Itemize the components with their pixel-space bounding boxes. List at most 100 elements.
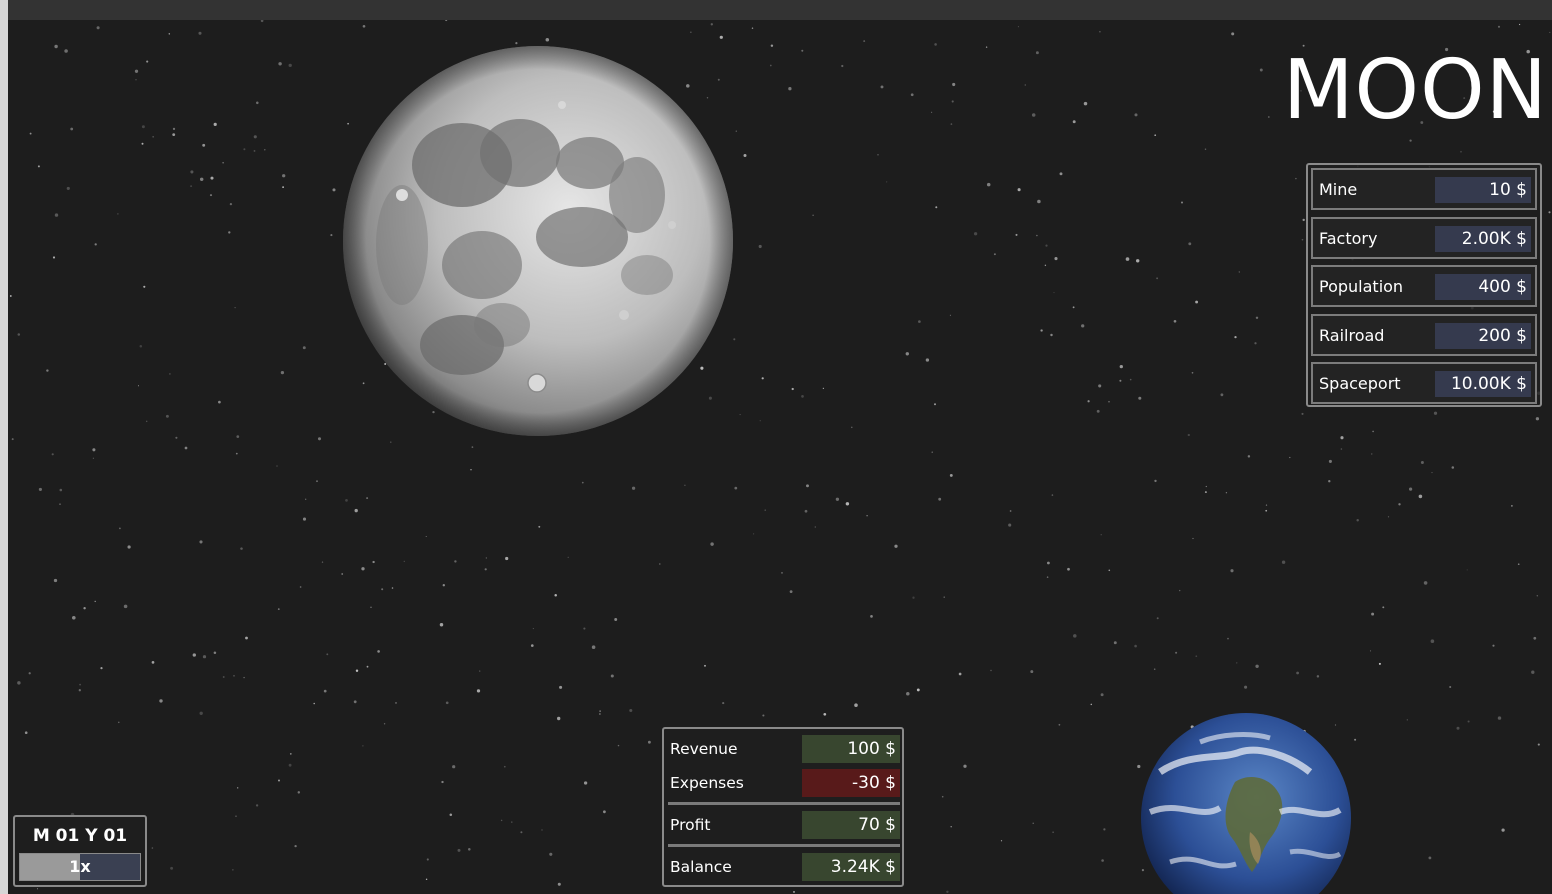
star xyxy=(395,702,397,704)
star xyxy=(1535,417,1540,421)
star xyxy=(1008,523,1012,527)
star xyxy=(323,689,327,693)
window-left-edge xyxy=(0,0,8,894)
star xyxy=(684,484,686,487)
star xyxy=(1053,292,1055,294)
star xyxy=(1081,324,1085,328)
star xyxy=(719,35,723,39)
star xyxy=(425,878,428,881)
star xyxy=(806,484,809,488)
star xyxy=(1036,234,1038,237)
star xyxy=(1456,726,1460,730)
star xyxy=(1265,504,1268,506)
star xyxy=(218,400,221,404)
star xyxy=(118,721,120,724)
star xyxy=(925,358,930,362)
star xyxy=(1255,664,1259,668)
star xyxy=(236,435,240,438)
cost-value: 2.00K $ xyxy=(1435,225,1531,252)
star xyxy=(28,672,31,675)
finance-panel: Revenue 100 $ Expenses -30 $ Profit 70 $… xyxy=(662,727,904,887)
star xyxy=(1100,693,1104,697)
star xyxy=(1046,576,1049,578)
star xyxy=(240,547,243,550)
star xyxy=(823,712,827,716)
star xyxy=(1125,257,1130,261)
star xyxy=(761,377,764,380)
star xyxy=(439,623,444,627)
star xyxy=(1073,634,1077,638)
star xyxy=(906,692,910,696)
star xyxy=(345,499,348,502)
moon-icon[interactable] xyxy=(342,45,734,437)
star xyxy=(1101,859,1104,862)
build-costs-panel: Mine 10 $ Factory 2.00K $ Population 400… xyxy=(1306,163,1542,407)
star xyxy=(54,44,58,49)
build-factory-button[interactable]: Factory 2.00K $ xyxy=(1311,216,1537,259)
star xyxy=(1154,479,1157,483)
star xyxy=(1340,436,1344,440)
build-railroad-button[interactable]: Railroad 200 $ xyxy=(1311,313,1537,356)
star xyxy=(146,60,149,63)
star xyxy=(1220,393,1224,397)
star xyxy=(1549,31,1551,33)
star xyxy=(471,446,474,448)
star xyxy=(835,497,840,501)
build-population-button[interactable]: Population 400 $ xyxy=(1311,265,1537,307)
star xyxy=(372,560,375,564)
star xyxy=(788,87,792,91)
star xyxy=(222,162,224,164)
star xyxy=(256,101,259,105)
star xyxy=(770,44,774,47)
earth-icon[interactable] xyxy=(1140,712,1352,894)
star xyxy=(804,509,808,513)
star xyxy=(234,306,236,309)
star xyxy=(631,486,636,490)
game-viewport: MOON Mine 10 $ Factory 2.00K $ Populatio… xyxy=(0,0,1552,894)
star xyxy=(330,234,333,237)
star xyxy=(1238,271,1240,273)
star xyxy=(94,243,97,246)
star xyxy=(1387,516,1390,518)
star xyxy=(549,852,553,856)
star xyxy=(1129,378,1132,381)
star xyxy=(1153,668,1156,670)
star xyxy=(1533,636,1537,640)
star xyxy=(253,135,257,139)
star xyxy=(190,170,194,174)
star xyxy=(235,452,238,455)
star xyxy=(278,62,282,66)
star xyxy=(289,753,292,755)
star xyxy=(583,627,586,630)
star xyxy=(260,20,264,23)
star xyxy=(614,618,618,621)
star xyxy=(370,606,372,609)
star xyxy=(1449,685,1452,689)
build-spaceport-button[interactable]: Spaceport 10.00K $ xyxy=(1311,362,1537,404)
star xyxy=(1175,651,1178,654)
star xyxy=(1531,670,1535,674)
star xyxy=(38,487,42,491)
star xyxy=(505,556,509,561)
star xyxy=(938,497,942,501)
star xyxy=(299,586,302,588)
star xyxy=(151,661,155,664)
star xyxy=(515,42,518,45)
star xyxy=(1052,831,1054,834)
build-mine-button[interactable]: Mine 10 $ xyxy=(1311,168,1537,210)
star xyxy=(362,24,366,28)
star xyxy=(1518,23,1521,26)
star xyxy=(1247,455,1251,458)
star xyxy=(1301,238,1304,241)
star xyxy=(222,676,225,678)
star xyxy=(70,127,74,131)
star xyxy=(390,441,392,443)
star xyxy=(53,578,58,583)
star xyxy=(66,186,70,190)
star xyxy=(801,49,804,52)
star xyxy=(454,560,457,563)
speed-control[interactable]: 1x xyxy=(19,853,141,881)
star xyxy=(814,526,816,528)
star xyxy=(557,882,561,886)
star xyxy=(916,688,920,692)
